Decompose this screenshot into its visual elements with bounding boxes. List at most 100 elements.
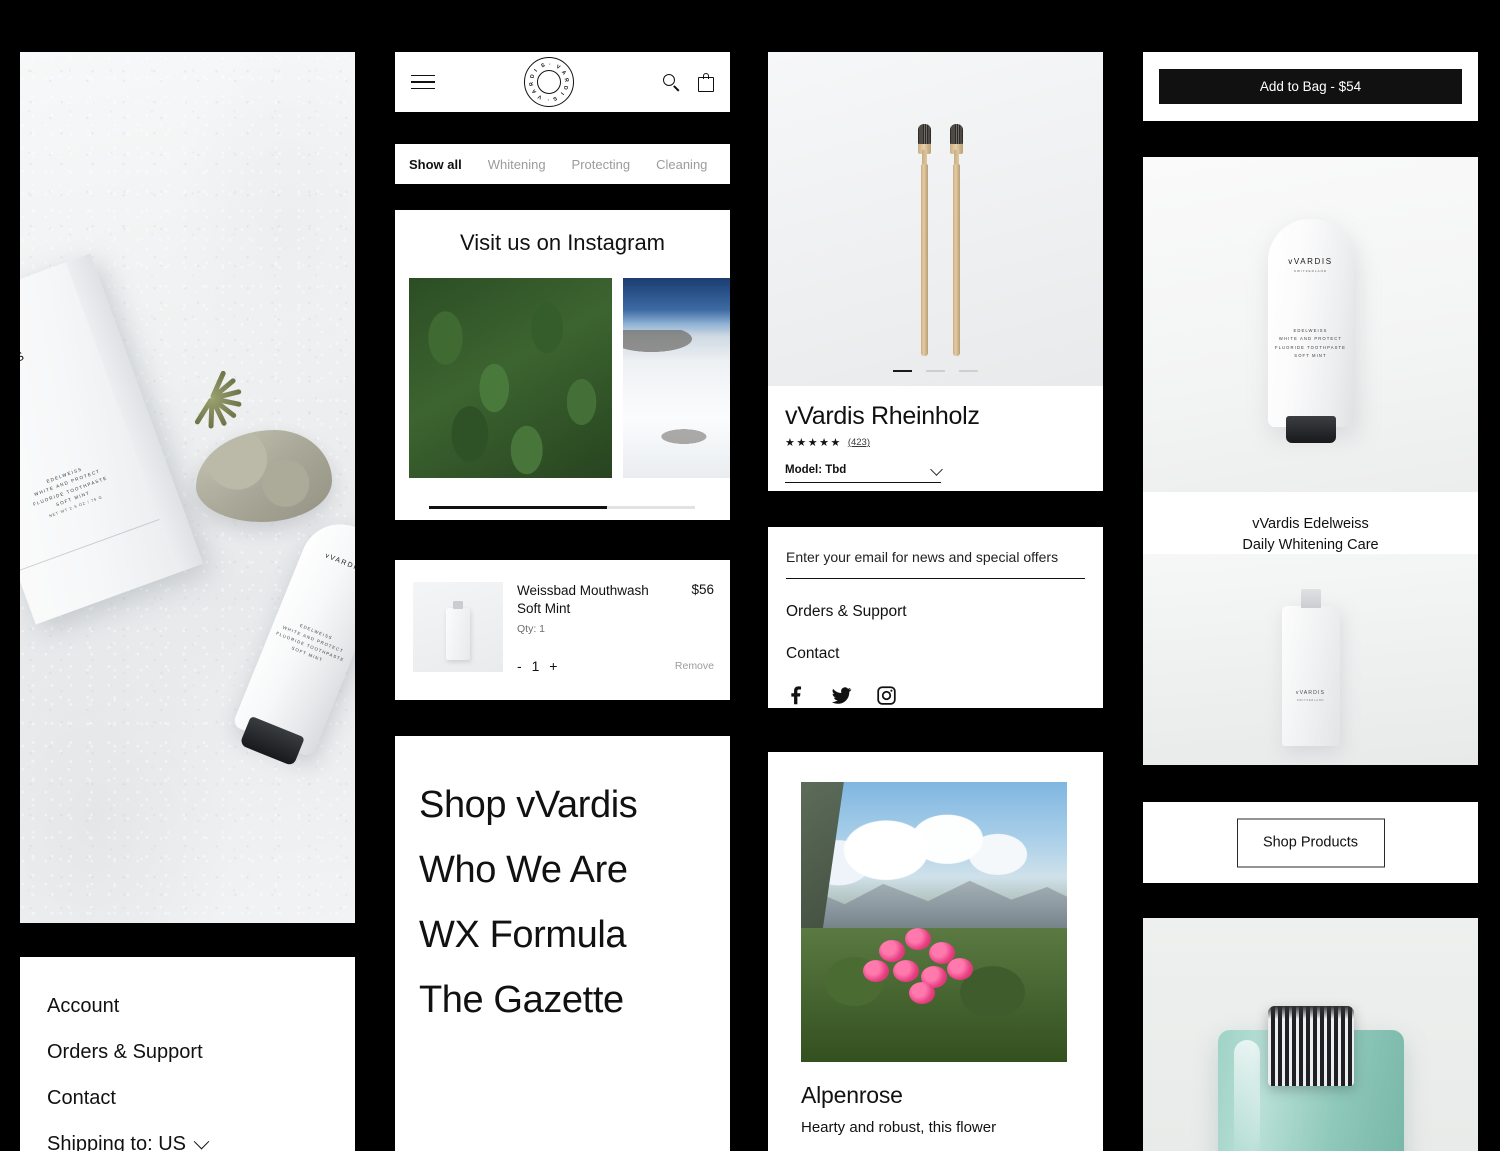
search-icon-lens — [663, 73, 675, 86]
hero-image-panel: vVARDIS SWITZERLAND EDELWEISS WHITE AND … — [20, 52, 355, 923]
carousel-indicator-3[interactable] — [959, 369, 978, 372]
remove-item-button[interactable]: Remove — [675, 660, 714, 672]
editorial-card-panel: Alpenrose Hearty and robust, this flower — [768, 752, 1103, 1151]
product-card-name: vVardis Edelweiss — [1252, 516, 1369, 532]
cart-line-item-panel: Weissbad Mouthwash Soft Mint Qty: 1 $56 … — [395, 560, 730, 700]
alpenrose-blooms — [801, 916, 1067, 1039]
site-footer-panel: Enter your email for news and special of… — [768, 527, 1103, 708]
header-bar: · V A R D I S · V A R D I S — [395, 52, 730, 112]
footer-content: Enter your email for news and special of… — [768, 527, 1103, 706]
bamboo-toothbrush-right — [949, 124, 964, 356]
tube-line-3: FLUORIDE TOOTHPASTE — [1274, 344, 1347, 350]
tube-line-2: WHITE AND PROTECT — [1278, 336, 1343, 342]
filter-tab-list: Show all Whitening Protecting Cleaning — [395, 144, 730, 184]
bottle-country-label: SWITZERLAND — [1296, 699, 1325, 702]
hamburger-line — [411, 74, 435, 77]
vvardis-seal-logo[interactable]: · V A R D I S · V A R D I S — [524, 57, 574, 107]
product-rating[interactable]: ★★★★★ (423) — [785, 436, 1086, 449]
shop-products-panel: Shop Products — [1143, 802, 1478, 883]
cart-item-name-line-1: Weissbad Mouthwash — [517, 583, 649, 598]
mouthwash-bottle-thumb — [446, 601, 470, 660]
edelweiss-bottle: vVARDIS SWITZERLAND — [1281, 589, 1340, 746]
footer-link-orders-support[interactable]: Orders & Support — [47, 1041, 328, 1063]
shop-products-button[interactable]: Shop Products — [1236, 818, 1385, 867]
shopping-bag-icon[interactable] — [698, 72, 714, 92]
quantity-decrement-button[interactable]: - — [517, 658, 525, 674]
tube-country-label: SWITZERLAND — [1293, 269, 1328, 273]
newsletter-input[interactable]: Enter your email for news and special of… — [786, 549, 1085, 579]
instagram-icon[interactable] — [876, 685, 897, 706]
twitter-icon[interactable] — [831, 685, 852, 706]
instagram-carousel-panel: Visit us on Instagram — [395, 210, 730, 520]
menu-item-wx-formula[interactable]: WX Formula — [419, 916, 706, 954]
carousel-scrollbar[interactable] — [429, 506, 695, 509]
product-title: vVardis Rheinholz — [785, 402, 980, 430]
clouds — [801, 804, 1067, 889]
tube-line-1: EDELWEISS — [1293, 328, 1328, 333]
bottle-highlight — [1233, 1040, 1260, 1151]
alpine-plant — [182, 362, 250, 430]
facebook-icon[interactable] — [786, 685, 807, 706]
tube-product-copy: EDELWEISS WHITE AND PROTECT FLUORIDE TOO… — [1268, 327, 1354, 361]
quantity-stepper[interactable]: - 1 + — [517, 658, 560, 674]
menu-item-the-gazette[interactable]: The Gazette — [419, 981, 706, 1019]
header-actions — [663, 72, 714, 92]
filter-tab-protecting[interactable]: Protecting — [559, 157, 644, 172]
cart-item-qty-label: Qty: 1 — [517, 623, 546, 636]
product-card-second-image[interactable]: vVARDIS SWITZERLAND — [1143, 554, 1478, 765]
box-seam — [20, 518, 160, 572]
tube-body — [1267, 219, 1354, 427]
search-icon-handle — [673, 84, 680, 91]
site-header-panel: · V A R D I S · V A R D I S — [395, 52, 730, 112]
filter-tab-cleaning[interactable]: Cleaning — [643, 157, 720, 172]
menu-item-shop-vvardis[interactable]: Shop vVardis — [419, 786, 706, 824]
bottle-cap — [1267, 1006, 1354, 1086]
footer-link-contact[interactable]: Contact — [47, 1087, 328, 1109]
social-links — [786, 685, 1085, 706]
footer-link-contact[interactable]: Contact — [786, 645, 1085, 663]
cart-item-controls: - 1 + Remove — [517, 658, 714, 674]
review-count-link[interactable]: (423) — [848, 437, 870, 448]
product-info: vVardis Rheinholz ★★★★★ (423) Model: Tbd — [768, 386, 1103, 483]
add-to-bag-button[interactable]: Add to Bag - $54 — [1159, 69, 1462, 104]
shipping-country-selector[interactable]: Shipping to: US — [47, 1133, 328, 1151]
main-menu-panel: Shop vVardis Who We Are WX Formula The G… — [395, 736, 730, 1151]
main-menu-list: Shop vVardis Who We Are WX Formula The G… — [395, 736, 730, 1019]
carousel-indicator-2[interactable] — [926, 369, 945, 372]
bottle-brand-wordmark: vVARDIS — [1295, 690, 1326, 696]
variant-select-value: Model: Tbd — [785, 464, 847, 476]
search-icon[interactable] — [663, 73, 680, 91]
component-board: vVARDIS SWITZERLAND EDELWEISS WHITE AND … — [0, 0, 1500, 1151]
editorial-caption: Alpenrose Hearty and robust, this flower — [801, 1082, 1083, 1138]
box-brand-wordmark: vVARDIS — [20, 348, 28, 385]
quantity-value: 1 — [531, 658, 543, 674]
instagram-heading: Visit us on Instagram — [459, 230, 666, 255]
editorial-heading: Alpenrose — [801, 1082, 903, 1108]
filter-tab-whitening[interactable]: Whitening — [475, 157, 559, 172]
footer-link-orders-support[interactable]: Orders & Support — [786, 603, 1085, 621]
instagram-slide-snow[interactable] — [623, 278, 730, 478]
carousel-indicators[interactable] — [768, 369, 1103, 372]
carousel-scrollbar-thumb[interactable] — [429, 506, 608, 509]
tube-brand-wordmark: vVARDIS — [1288, 257, 1333, 266]
mouthwash-image-panel: VARDIS — [1143, 918, 1478, 1151]
hamburger-icon[interactable] — [411, 74, 435, 90]
hamburger-line — [411, 87, 435, 90]
product-card-subtitle: Daily Whitening Care — [1242, 537, 1379, 554]
instagram-slide-forest[interactable] — [409, 278, 612, 478]
chevron-down-icon — [193, 1133, 210, 1149]
product-card-image[interactable]: vVARDIS SWITZERLAND EDELWEISS WHITE AND … — [1143, 157, 1478, 492]
quantity-increment-button[interactable]: + — [549, 658, 560, 674]
footer-link-account[interactable]: Account — [47, 995, 328, 1017]
filter-tab-show-all[interactable]: Show all — [409, 157, 475, 172]
chevron-down-icon — [930, 463, 943, 476]
variant-select[interactable]: Model: Tbd — [785, 463, 943, 483]
carousel-indicator-1[interactable] — [893, 369, 912, 372]
brush-handle — [953, 164, 960, 356]
box-product-copy: EDELWEISS WHITE AND PROTECT FLUORIDE TOO… — [20, 448, 143, 534]
instagram-slide-strip[interactable] — [409, 278, 730, 478]
menu-item-who-we-are[interactable]: Who We Are — [419, 851, 706, 889]
product-image-carousel[interactable] — [768, 52, 1103, 386]
cart-item-thumbnail[interactable] — [413, 582, 503, 672]
brush-bristles — [950, 124, 963, 144]
